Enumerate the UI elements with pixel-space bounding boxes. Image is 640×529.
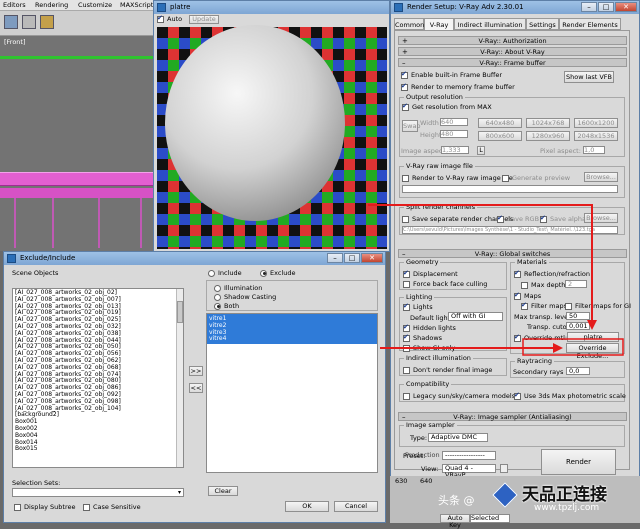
arrow-material-to-override (368, 204, 593, 322)
watermark-prefix: 头条 @ (438, 494, 475, 507)
watermark: 头条 @ 天品正连接 www.tpzlj.com (438, 480, 638, 520)
annotation-arrows (368, 204, 624, 356)
watermark-logo-icon (492, 482, 518, 508)
arrowhead-right (553, 343, 563, 353)
arrowhead-down (587, 320, 597, 330)
watermark-brand: 天品正连接 (522, 485, 607, 505)
watermark-url: www.tpzlj.com (534, 503, 600, 513)
